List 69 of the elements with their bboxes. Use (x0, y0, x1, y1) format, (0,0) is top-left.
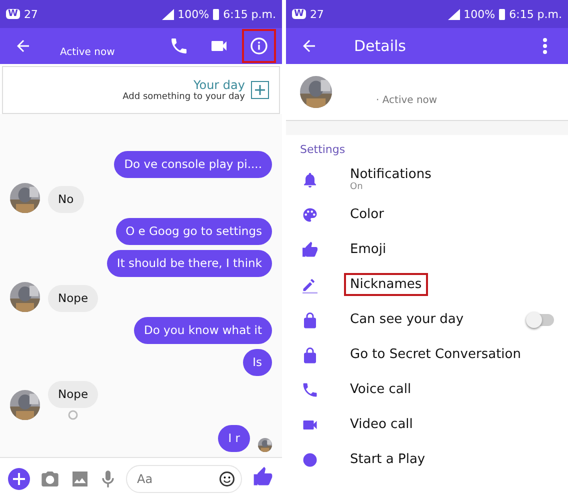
your-day-title: Your day (193, 78, 245, 92)
app-badge: W (6, 9, 20, 19)
message-bubble: Do ve console play pi.... (114, 151, 272, 178)
seen-icon (67, 410, 79, 420)
message-bubble: O e Goog go to settings (116, 218, 272, 246)
item-label: Video call (350, 417, 413, 432)
smiley-icon[interactable] (218, 470, 236, 488)
info-icon (249, 36, 269, 56)
message-bubble: No (48, 186, 84, 214)
settings-item[interactable]: Go to Secret Conversation (286, 337, 568, 372)
item-label: Voice call (350, 382, 412, 397)
message-bubble: Is (242, 349, 272, 376)
presence-status: Active now (59, 46, 116, 58)
more-icon (543, 38, 547, 54)
message-bubble: Do you know what it (134, 317, 272, 344)
message-bubble: It should be there, I think (106, 250, 272, 278)
settings-item[interactable]: Notifications On (286, 162, 568, 197)
battery-level: 100% (178, 8, 210, 20)
signal-icon (162, 8, 174, 20)
item-label: Start a Play (350, 452, 426, 467)
section-heading: Settings (299, 142, 346, 158)
settings-item[interactable]: Video call (286, 407, 568, 442)
settings-item[interactable]: Nicknames (286, 267, 568, 302)
phone-icon (301, 380, 319, 398)
item-label: Can see your day (350, 312, 464, 327)
plus-icon (13, 473, 25, 485)
signal-icon (448, 8, 460, 20)
thumbs-up-icon (252, 466, 274, 488)
microphone-icon[interactable] (100, 469, 116, 489)
add-button[interactable] (8, 468, 30, 490)
your-day-subtitle: Add something to your day (122, 92, 245, 102)
battery-level: 100% (464, 8, 496, 20)
clock: 6:15 p.m. (223, 8, 276, 20)
game-icon (301, 450, 319, 468)
item-label: Go to Secret Conversation (350, 347, 521, 362)
item-label: Color (350, 207, 384, 222)
screen-title: Details (353, 37, 408, 55)
battery-icon (499, 8, 506, 20)
padlock-icon (301, 310, 319, 328)
add-button[interactable] (251, 81, 269, 99)
plus-icon (255, 85, 265, 95)
presence-status: · Active now (376, 94, 438, 106)
settings-item[interactable]: Start a Play (286, 442, 568, 477)
app-badge: W (292, 9, 306, 19)
clock: 6:15 p.m. (509, 8, 562, 20)
status-label: 27 (310, 8, 324, 20)
battery-icon (213, 8, 220, 20)
info-button[interactable] (242, 29, 276, 63)
toggle-switch[interactable] (528, 314, 554, 326)
item-label: Notifications (350, 167, 432, 182)
thumbs-up-icon (301, 240, 319, 258)
message-bubble: Nope (48, 285, 98, 312)
status-label: 27 (24, 8, 38, 20)
palette-icon (301, 206, 319, 224)
message-field[interactable]: Aa (126, 465, 242, 493)
phone-icon (169, 36, 189, 56)
settings-item[interactable]: Voice call (286, 372, 568, 407)
settings-item[interactable]: Emoji (286, 232, 568, 267)
item-label: Emoji (350, 242, 386, 257)
settings-item[interactable]: Color (286, 197, 568, 232)
item-label: Nicknames (350, 277, 422, 292)
item-sublabel: On (350, 182, 364, 192)
image-icon[interactable] (70, 469, 90, 489)
padlock-icon (301, 346, 319, 364)
message-bubble: Nope (48, 381, 98, 408)
bell-icon (301, 170, 319, 188)
message-bubble: I r (218, 425, 250, 452)
settings-item[interactable]: Can see your day (286, 302, 568, 337)
camera-icon[interactable] (40, 469, 60, 489)
